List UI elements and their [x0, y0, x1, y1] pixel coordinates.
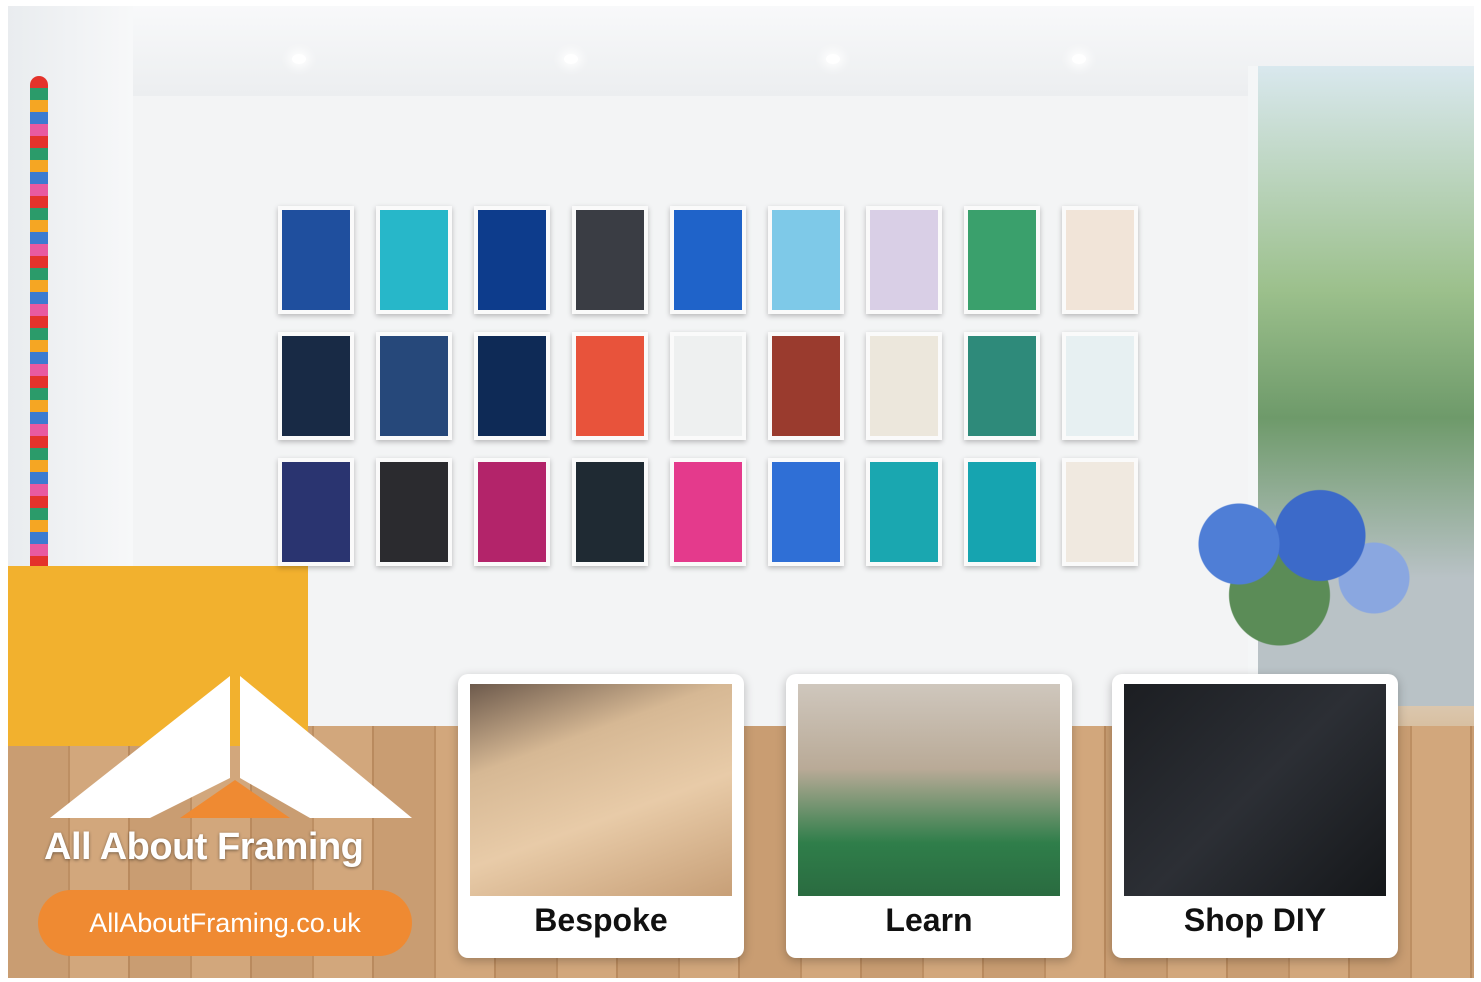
bespoke-label: Bespoke — [534, 902, 668, 938]
framed-poster — [670, 332, 746, 440]
framed-poster — [572, 458, 648, 566]
framed-poster — [964, 332, 1040, 440]
framed-poster — [768, 206, 844, 314]
framed-poster — [278, 458, 354, 566]
framed-poster — [572, 206, 648, 314]
diy-framing-tools-photo — [1124, 684, 1386, 896]
framed-poster — [866, 458, 942, 566]
framed-poster — [278, 206, 354, 314]
framed-poster — [278, 332, 354, 440]
framed-poster — [768, 332, 844, 440]
spotlight — [1072, 54, 1086, 64]
bespoke-card[interactable]: Bespoke — [458, 674, 744, 958]
website-url: AllAboutFraming.co.uk — [89, 907, 361, 938]
spotlight — [564, 54, 578, 64]
framed-poster — [866, 206, 942, 314]
framed-poster — [964, 206, 1040, 314]
framed-poster — [670, 206, 746, 314]
brand-name: All About Framing — [44, 826, 364, 868]
learn-label: Learn — [885, 902, 973, 938]
framed-poster — [964, 458, 1040, 566]
framed-poster — [572, 332, 648, 440]
framed-poster — [376, 332, 452, 440]
framed-poster — [474, 458, 550, 566]
framing-workbench-photo — [470, 684, 732, 896]
hydrangea-bouquet — [1158, 476, 1428, 646]
shop-diy-label: Shop DIY — [1183, 902, 1327, 938]
framed-poster — [474, 206, 550, 314]
framed-poster — [670, 458, 746, 566]
framed-poster — [1062, 206, 1138, 314]
learn-card[interactable]: Learn — [786, 674, 1072, 958]
framed-poster — [1062, 458, 1138, 566]
spotlight — [292, 54, 306, 64]
framed-poster — [1062, 332, 1138, 440]
roof-frame-logo-icon — [50, 676, 412, 818]
website-link-button[interactable]: AllAboutFraming.co.uk — [38, 890, 412, 956]
framed-poster — [768, 458, 844, 566]
framed-poster — [474, 332, 550, 440]
framed-poster — [376, 206, 452, 314]
framed-poster — [376, 458, 452, 566]
spotlight — [826, 54, 840, 64]
framed-poster — [866, 332, 942, 440]
framing-class-photo — [798, 684, 1060, 896]
shop-diy-card[interactable]: Shop DIY — [1112, 674, 1398, 958]
